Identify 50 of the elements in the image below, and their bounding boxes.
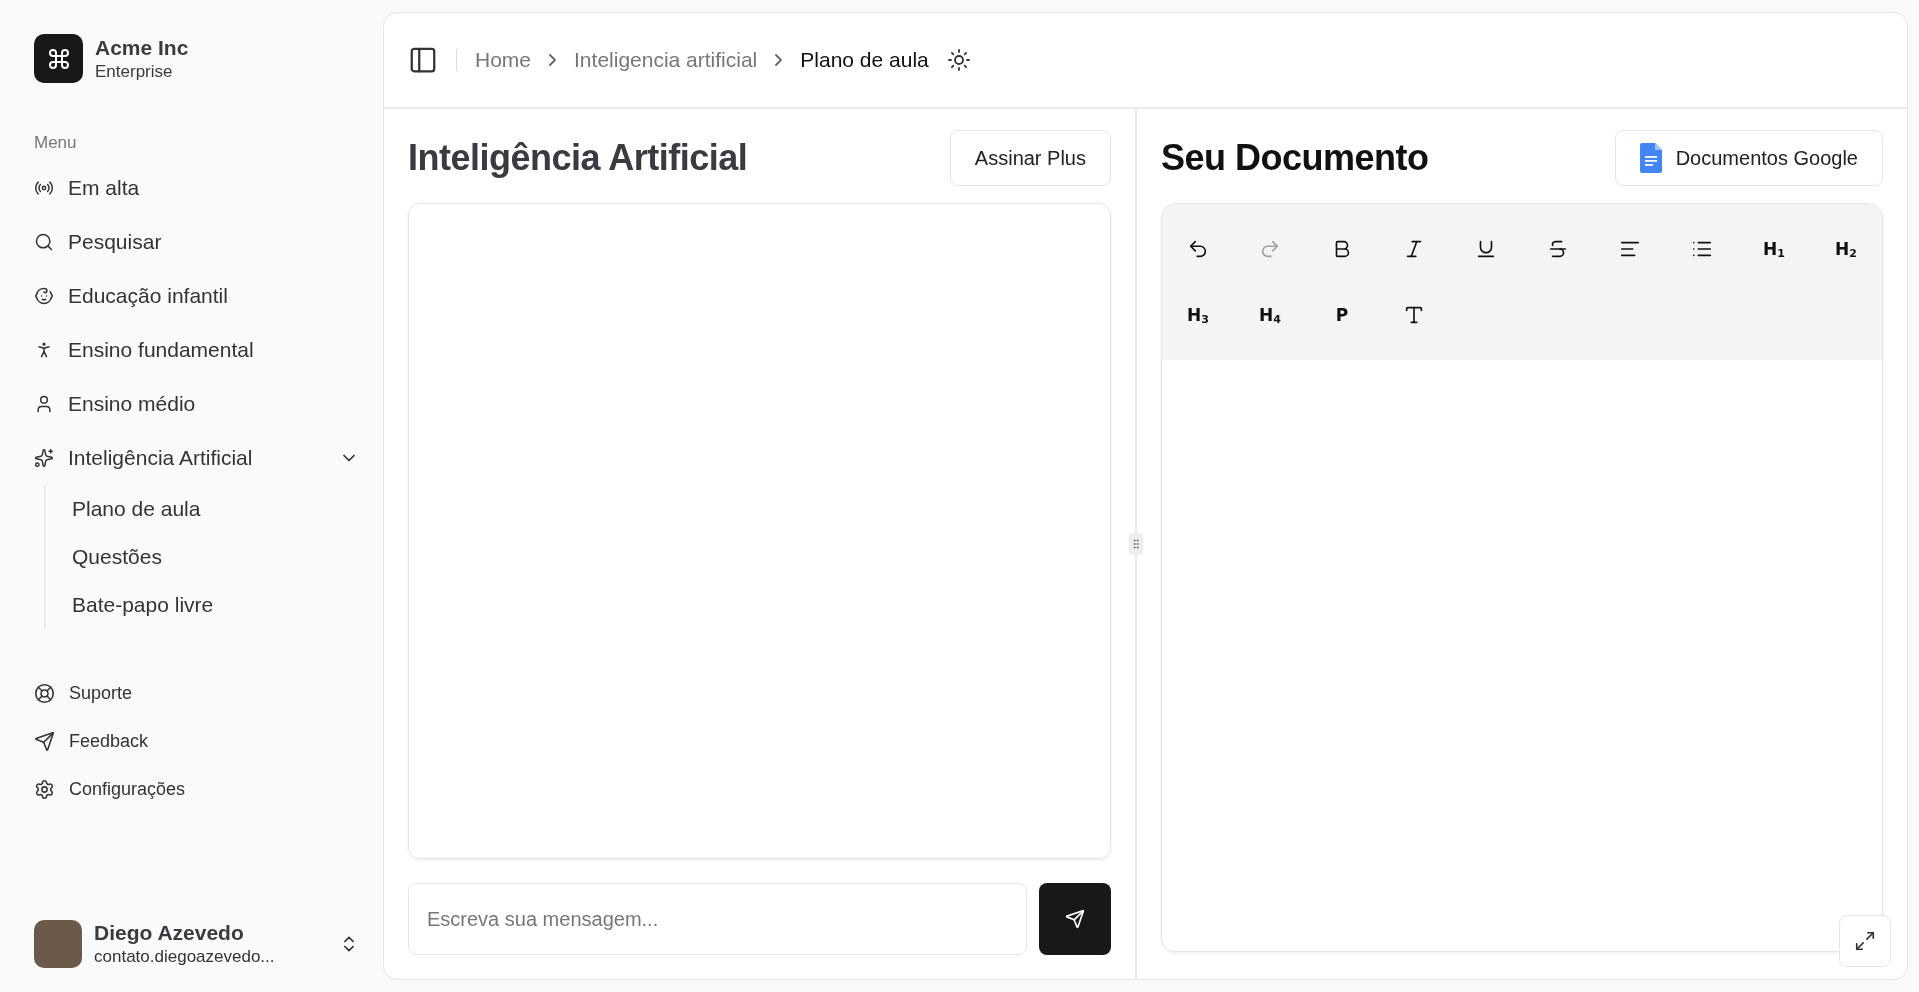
heading-tool[interactable]: H$_{1}$ <box>1738 216 1810 282</box>
baby-face-icon <box>34 286 54 306</box>
lifebuoy-icon <box>34 682 55 704</box>
sidebar-subitem[interactable]: Questões <box>72 533 359 581</box>
google-docs-button[interactable]: Documentos Google <box>1614 130 1883 186</box>
heading-tool[interactable]: H$_{2}$ <box>1810 216 1882 282</box>
paper-plane-icon <box>34 730 55 752</box>
sidebar-item[interactable]: Configurações <box>34 765 359 813</box>
heading-tool[interactable]: P <box>1306 282 1378 348</box>
sidebar-toggle-icon[interactable] <box>408 45 438 75</box>
send-button[interactable] <box>1039 883 1111 955</box>
heading-tool[interactable]: H$_{4}$ <box>1234 282 1306 348</box>
settings-icon <box>34 778 55 800</box>
sidebar-item[interactable]: Em alta <box>34 161 359 215</box>
sparkles-icon <box>34 448 54 468</box>
document-title: Seu Documento <box>1161 137 1429 179</box>
sidebar-item[interactable]: Suporte <box>34 669 359 717</box>
broadcast-icon <box>34 178 54 198</box>
menu-label: Menu <box>34 133 78 153</box>
sidebar-subitem[interactable]: Bate-papo livre <box>72 581 359 629</box>
heading-tool[interactable]: H$_{3}$ <box>1162 282 1234 348</box>
sidebar-item[interactable]: Pesquisar <box>34 215 359 269</box>
sidebar-item[interactable]: Feedback <box>34 717 359 765</box>
command-logo-icon <box>34 34 83 83</box>
subscribe-button[interactable]: Assinar Plus <box>949 130 1111 186</box>
maximize-icon <box>1854 930 1876 952</box>
user-icon <box>34 394 54 414</box>
team-name: Acme Inc <box>95 35 189 60</box>
message-input[interactable]: Escreva sua mensagem... <box>408 883 1027 955</box>
team-plan: Enterprise <box>95 61 174 82</box>
sidebar-item[interactable]: Ensino fundamental <box>34 323 359 377</box>
user-name: Diego Azevedo <box>94 921 245 945</box>
sun-icon[interactable] <box>946 48 971 72</box>
avatar-placeholder <box>34 920 82 968</box>
sidebar-item[interactable]: Inteligência Artificial <box>34 431 359 485</box>
breadcrumb-link[interactable]: Inteligencia artificial <box>574 48 758 72</box>
breadcrumb-link[interactable]: Plano de aula <box>800 48 929 72</box>
sidebar-subitem[interactable]: Plano de aula <box>72 485 359 533</box>
sidebar-item[interactable]: Educação infantil <box>34 269 359 323</box>
resize-handle[interactable] <box>1129 533 1143 555</box>
sidebar-item[interactable]: Ensino médio <box>34 377 359 431</box>
chevron-right-icon <box>549 54 557 66</box>
maximize-button[interactable] <box>1839 915 1891 967</box>
chevron-right-icon <box>775 54 783 66</box>
search-icon <box>34 232 54 252</box>
user-email: contato.diegoazevedo... <box>94 947 276 967</box>
document-icon <box>1639 143 1662 173</box>
breadcrumb-link[interactable]: Home <box>475 48 532 72</box>
chat-title: Inteligência Artificial <box>408 137 748 179</box>
paper-plane-icon <box>1065 909 1085 929</box>
